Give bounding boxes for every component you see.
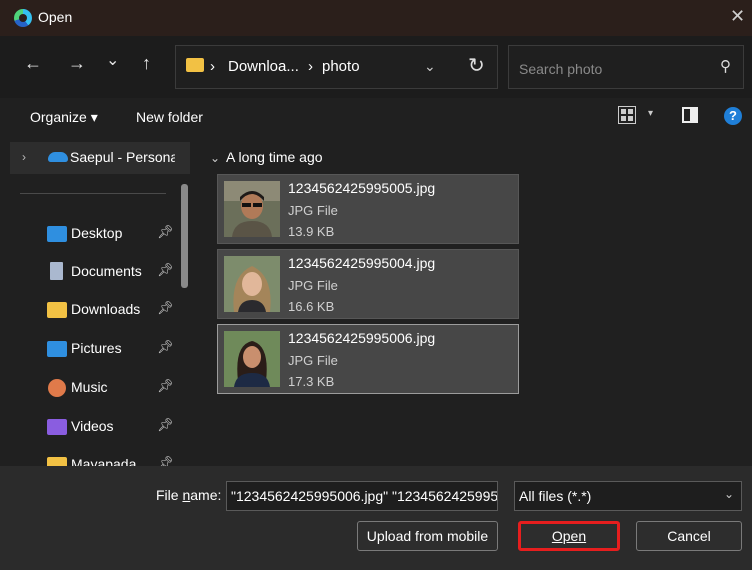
sidebar-item-videos[interactable]: Videos 📌︎ xyxy=(47,412,175,442)
file-name-label: File name: xyxy=(156,487,222,503)
cancel-button[interactable]: Cancel xyxy=(636,521,742,551)
open-button[interactable]: Open xyxy=(518,521,620,551)
title-bar xyxy=(0,0,752,36)
sidebar-item-label: Music xyxy=(71,379,108,395)
file-name: 1234562425995004.jpg xyxy=(288,255,436,271)
sidebar-scrollbar[interactable] xyxy=(181,184,188,288)
pictures-icon xyxy=(47,341,67,357)
pin-icon: 📌︎ xyxy=(157,300,174,315)
close-icon[interactable]: ✕ xyxy=(730,6,745,27)
breadcrumb-photo[interactable]: photo xyxy=(322,58,360,75)
file-type: JPG File xyxy=(288,353,338,368)
file-name: 1234562425995005.jpg xyxy=(288,180,436,196)
file-type: JPG File xyxy=(288,203,338,218)
sidebar-item-label: Pictures xyxy=(71,340,122,356)
sidebar-item-desktop[interactable]: Desktop 📌︎ xyxy=(47,219,175,249)
sidebar-item-mayapada[interactable]: Mayapada 📌︎ xyxy=(47,450,175,466)
breadcrumb-downloads[interactable]: Downloa... xyxy=(228,58,299,75)
sidebar-item-label: Documents xyxy=(71,263,142,279)
photo-thumbnail xyxy=(224,256,280,312)
photo-thumbnail xyxy=(224,331,280,387)
breadcrumb-separator: › xyxy=(210,58,215,75)
sidebar-item-label: Saepul - Persona xyxy=(70,149,175,165)
refresh-icon[interactable]: ↻ xyxy=(468,53,485,78)
sidebar-item-label: Videos xyxy=(71,418,114,434)
file-type-select[interactable]: All files (*.*) xyxy=(514,481,742,511)
file-item[interactable]: 1234562425995004.jpg JPG File 16.6 KB xyxy=(217,249,519,319)
file-name-input[interactable]: "1234562425995006.jpg" "1234562425995004… xyxy=(226,481,498,511)
sidebar-divider xyxy=(20,193,166,194)
file-size: 16.6 KB xyxy=(288,299,335,314)
pin-icon: 📌︎ xyxy=(157,339,174,354)
upload-from-mobile-button[interactable]: Upload from mobile xyxy=(357,521,498,551)
pin-icon: 📌︎ xyxy=(157,262,174,277)
address-dropdown-chevron-icon[interactable]: ⌄ xyxy=(424,58,436,75)
group-header[interactable]: A long time ago xyxy=(226,149,323,165)
desktop-icon xyxy=(47,226,67,242)
sidebar-item-pictures[interactable]: Pictures 📌︎ xyxy=(47,334,175,364)
file-size: 13.9 KB xyxy=(288,224,335,239)
window-title: Open xyxy=(38,9,73,25)
forward-arrow-icon[interactable]: → xyxy=(68,53,86,74)
pin-icon: 📌︎ xyxy=(157,224,174,239)
help-icon[interactable]: ? xyxy=(724,107,742,125)
sidebar-item-label: Downloads xyxy=(71,301,141,317)
pin-icon: 📌︎ xyxy=(157,378,174,393)
view-options-icon[interactable] xyxy=(618,106,636,124)
up-arrow-icon[interactable]: ↑ xyxy=(142,53,151,74)
expand-chevron-icon[interactable]: › xyxy=(22,150,26,164)
file-name: 1234562425995006.jpg xyxy=(288,330,436,346)
search-input[interactable]: Search photo xyxy=(508,45,744,89)
file-item-selected[interactable]: 1234562425995006.jpg JPG File 17.3 KB xyxy=(217,324,519,394)
file-name-dropdown-chevron-icon[interactable]: ⌄ xyxy=(482,487,492,501)
documents-icon xyxy=(50,262,63,280)
back-arrow-icon[interactable]: ← xyxy=(24,53,42,74)
pin-icon: 📌︎ xyxy=(157,455,174,466)
search-icon[interactable]: ⚲ xyxy=(720,57,731,75)
sidebar-item-documents[interactable]: Documents 📌︎ xyxy=(47,257,175,287)
command-bar xyxy=(0,98,752,136)
folder-icon xyxy=(47,457,67,466)
recent-locations-chevron-icon[interactable]: ⌄ xyxy=(106,50,119,70)
onedrive-cloud-icon xyxy=(48,152,68,162)
sidebar-item-music[interactable]: Music 📌︎ xyxy=(47,373,175,403)
file-size: 17.3 KB xyxy=(288,374,335,389)
file-item[interactable]: 1234562425995005.jpg JPG File 13.9 KB xyxy=(217,174,519,244)
preview-pane-icon[interactable] xyxy=(682,107,698,123)
folder-icon xyxy=(186,58,204,72)
videos-icon xyxy=(47,419,67,435)
breadcrumb-separator: › xyxy=(308,58,313,75)
organize-menu-button[interactable]: Organize ▾ xyxy=(30,109,98,126)
file-type: JPG File xyxy=(288,278,338,293)
new-folder-button[interactable]: New folder xyxy=(136,109,203,125)
sidebar-item-label: Mayapada xyxy=(71,456,137,466)
group-collapse-chevron-icon[interactable]: ⌄ xyxy=(210,151,220,165)
file-type-dropdown-chevron-icon[interactable]: ⌄ xyxy=(724,487,734,501)
pin-icon: 📌︎ xyxy=(157,417,174,432)
photo-thumbnail xyxy=(224,181,280,237)
view-dropdown-icon[interactable]: ▾ xyxy=(648,108,653,119)
edge-browser-icon xyxy=(14,9,32,27)
sidebar-item-label: Desktop xyxy=(71,225,123,241)
music-icon xyxy=(48,379,66,397)
folder-icon xyxy=(47,302,67,318)
sidebar-item-downloads[interactable]: Downloads 📌︎ xyxy=(47,295,175,325)
